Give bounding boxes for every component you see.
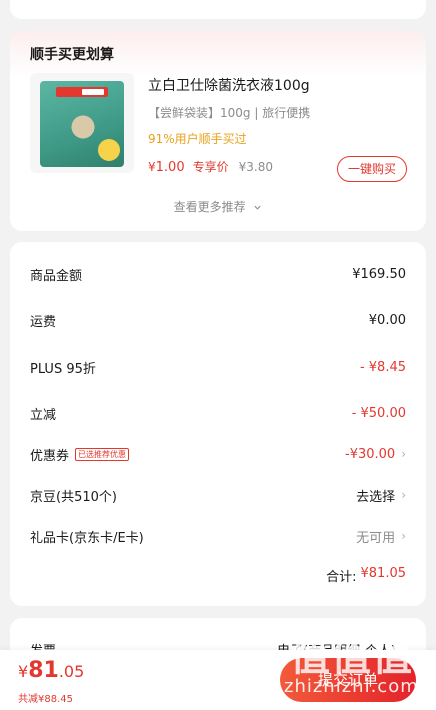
chevron-right-icon: › [401,488,406,502]
pay-amount-decimal: .05 [58,662,85,681]
checkout-bar: ¥ 81 .05 共减¥88.45 提交订单 [0,650,436,710]
row-label: 优惠券 [30,448,70,464]
product-image[interactable] [30,73,134,173]
total-saved: 共减¥88.45 [18,694,73,705]
row-coupon[interactable]: 优惠券 已选推荐优惠 -¥30.00 › [30,443,406,465]
exclusive-price-label: 专享价 [192,160,229,174]
row-value: - ¥8.45 [359,359,406,375]
product-spec: 【尝鲜袋装】100g | 旅行便携 [148,106,311,120]
promo-badge [98,139,120,161]
deer-illustration [68,111,98,151]
pay-amount-symbol: ¥ [18,662,29,681]
row-label: 运费 [30,314,57,330]
recommend-card: 顺手买更划算 立白卫仕除菌洗衣液100g 【尝鲜袋装】100g | 旅行便携 9… [10,31,426,231]
row-shipping: 运费 ¥0.00 [30,309,406,331]
previous-section-card [10,0,426,19]
total-value: ¥81.05 [360,566,407,581]
coupon-selected-tag: 已选推荐优惠 [75,447,130,461]
recommend-title: 顺手买更划算 [30,47,114,63]
row-goods-amount: 商品金额 ¥169.50 [30,263,406,285]
product-purchase-stat: 91%用户顺手买过 [148,132,247,146]
chevron-right-icon: › [401,447,406,461]
row-label: 立减 [30,407,57,423]
row-plus-discount: PLUS 95折 - ¥8.45 [30,356,406,378]
row-label: 礼品卡(京东卡/E卡) [30,530,144,546]
detergent-pack-picture [40,81,124,167]
row-label: 商品金额 [30,268,83,284]
row-jingdou[interactable]: 京豆(共510个) 去选择 › [30,484,406,506]
one-click-buy-button[interactable]: 一键购买 [337,156,407,182]
submit-order-button[interactable]: 提交订单 [280,658,416,702]
pay-amount-integer: 81 [28,658,59,683]
pay-amount: ¥ 81 .05 [18,658,84,683]
row-value: 无可用 [356,530,396,546]
product-price-row: ¥ 1.00 专享价 ¥3.80 [148,158,273,175]
row-label: PLUS 95折 [30,361,96,377]
original-price: ¥3.80 [238,160,273,174]
more-recommendations-link[interactable]: 查看更多推荐 [10,198,426,215]
row-value: -¥30.00 [345,446,396,462]
order-total-row: 合计: ¥81.05 [326,566,406,585]
row-gift-card[interactable]: 礼品卡(京东卡/E卡) 无可用 › [30,525,406,547]
total-label: 合计: [326,570,357,585]
row-value: - ¥50.00 [351,405,406,421]
price-summary-card: 商品金额 ¥169.50 运费 ¥0.00 PLUS 95折 - ¥8.45 立… [10,242,426,606]
row-value: ¥169.50 [352,266,406,282]
row-value: 去选择 [356,489,396,505]
chevron-down-icon [254,205,262,210]
more-recommendations-label: 查看更多推荐 [173,200,246,214]
row-instant-discount: 立减 - ¥50.00 [30,402,406,424]
row-value: ¥0.00 [368,312,406,328]
product-name[interactable]: 立白卫仕除菌洗衣液100g [148,75,310,95]
brand-logo [56,87,108,97]
product-price: 1.00 [155,160,185,175]
chevron-right-icon: › [401,529,406,543]
price-symbol: ¥ [148,160,156,174]
row-label: 京豆(共510个) [30,489,117,505]
